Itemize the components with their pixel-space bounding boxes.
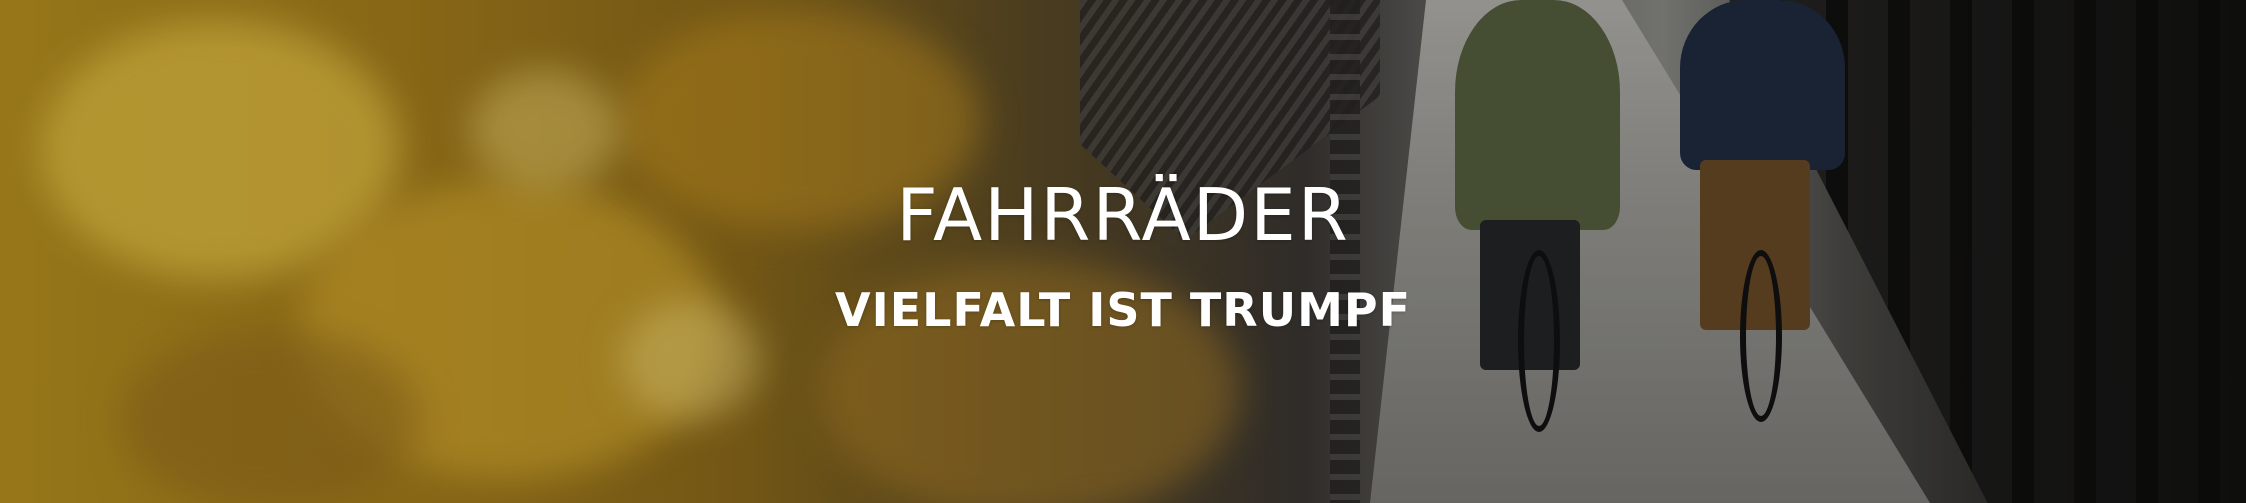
hero-subtitle: VIELFALT IST TRUMPF: [835, 283, 1411, 337]
hero-text: FAHRRÄDER VIELFALT IST TRUMPF: [0, 165, 2246, 333]
hero-title: FAHRRÄDER: [896, 173, 1350, 257]
hero-banner: FAHRRÄDER VIELFALT IST TRUMPF: [0, 0, 2246, 503]
